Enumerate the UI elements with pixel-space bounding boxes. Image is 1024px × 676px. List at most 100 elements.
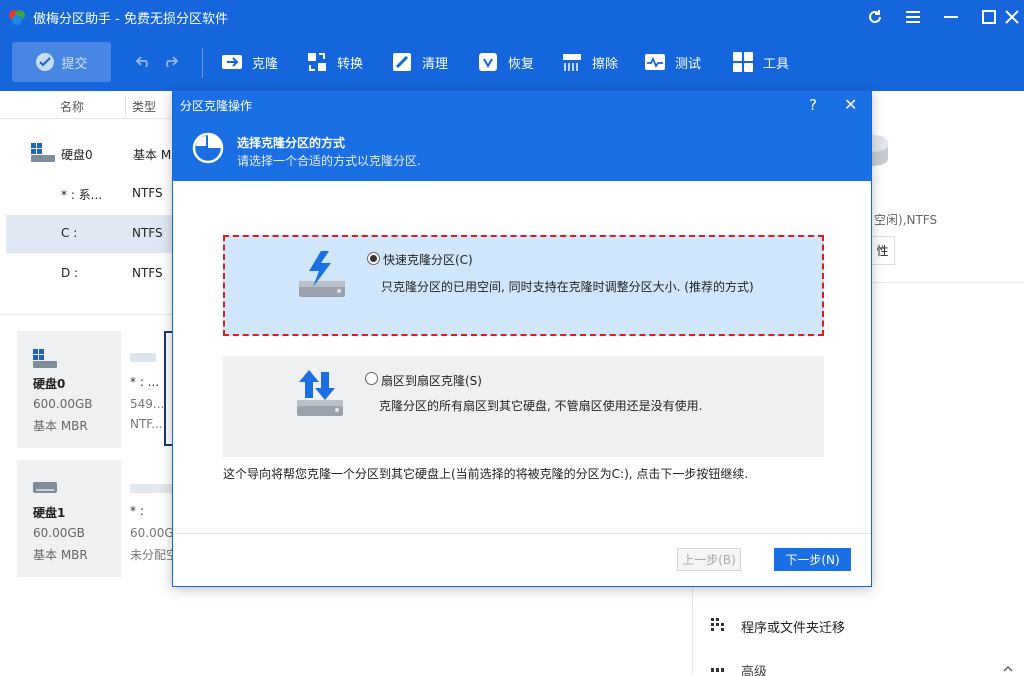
- partition-card[interactable]: * : ... 549... NTF...: [122, 331, 164, 448]
- close-window-icon[interactable]: [1001, 6, 1023, 28]
- dialog-header: 分区克隆操作 ? ✕ 选择克隆分区的方式 请选择一个合适的方式以克隆分区.: [173, 91, 871, 181]
- toolbar-recover-button[interactable]: 恢复: [477, 42, 534, 82]
- advanced-menu-item[interactable]: 高级: [741, 661, 767, 676]
- app-logo-icon: [9, 10, 25, 25]
- column-divider: [125, 96, 126, 114]
- refresh-icon[interactable]: [864, 6, 886, 28]
- undo-icon[interactable]: [135, 52, 153, 70]
- table-row[interactable]: D : NTFS: [6, 255, 173, 293]
- table-row-selected[interactable]: C : NTFS: [6, 215, 173, 253]
- toolbar-divider: [202, 48, 203, 78]
- commit-label: 提交: [61, 56, 88, 72]
- maximize-icon[interactable]: [978, 6, 1000, 28]
- redo-icon[interactable]: [161, 52, 179, 70]
- disk-kind: 基本 MBR: [33, 548, 88, 562]
- table-row[interactable]: 硬盘0 基本 M: [6, 135, 173, 173]
- partition-fs: NTF...: [130, 417, 163, 431]
- sector-clone-desc: 克隆分区的所有扇区到其它硬盘, 不管扇区使用还是没有使用.: [379, 399, 703, 413]
- wipe-icon: [563, 54, 581, 71]
- sector-clone-radio[interactable]: [365, 372, 378, 385]
- disk-size: 60.00GB: [33, 526, 85, 540]
- dialog-title: 分区克隆操作: [180, 99, 253, 113]
- row-type: NTFS: [132, 266, 163, 280]
- table-header: 名称 类型: [0, 91, 173, 119]
- partition-pie-icon: [192, 132, 224, 164]
- check-icon: [36, 53, 55, 71]
- sector-clone-label[interactable]: 扇区到扇区克隆(S): [381, 372, 482, 389]
- convert-icon: [308, 53, 326, 71]
- toolbar-clean-button[interactable]: 清理: [391, 42, 448, 82]
- toolbar-wipe-button[interactable]: 擦除: [561, 42, 618, 82]
- toolbar-tools-button[interactable]: 工具: [732, 42, 789, 82]
- prev-button[interactable]: 上一步(B): [677, 548, 741, 571]
- help-icon[interactable]: ?: [809, 96, 817, 114]
- clone-icon: [222, 55, 242, 69]
- window-title: 傲梅分区助手 - 免费无损分区软件: [33, 12, 228, 27]
- row-name: C :: [61, 226, 78, 240]
- toolbar-recover-label: 恢复: [508, 56, 535, 72]
- toolbar-clean-label: 清理: [422, 56, 449, 72]
- disk-name: 硬盘1: [33, 506, 66, 520]
- usage-bar: [130, 484, 173, 493]
- clean-icon: [393, 53, 411, 71]
- toolbar-tools-label: 工具: [763, 56, 790, 72]
- fast-clone-desc: 只克隆分区的已用空间, 同时支持在克隆时调整分区大小. (推荐的方式): [381, 280, 754, 294]
- row-type: NTFS: [132, 226, 163, 240]
- col-type-header[interactable]: 类型: [132, 98, 156, 115]
- toolbar-convert-button[interactable]: 转换: [306, 42, 363, 82]
- advanced-icon: [711, 668, 725, 672]
- disk-icon: [31, 143, 55, 162]
- row-type: NTFS: [132, 186, 163, 200]
- recover-icon: [479, 53, 497, 71]
- disk-icon: [33, 482, 57, 493]
- tools-icon: [733, 52, 753, 72]
- fast-clone-radio[interactable]: [367, 252, 380, 265]
- toolbar-clone-label: 克隆: [252, 56, 279, 72]
- footer-divider: [173, 533, 871, 534]
- properties-button[interactable]: 性: [871, 236, 895, 265]
- partition-name: * : ...: [130, 375, 160, 389]
- usage-bar: [130, 353, 156, 362]
- divider: [0, 314, 173, 315]
- disk-size: 600.00GB: [33, 397, 93, 411]
- disk-icon: [33, 349, 57, 368]
- partition-card[interactable]: * : 60.00GB 未分配空: [122, 460, 182, 577]
- fast-clone-label[interactable]: 快速克隆分区(C): [383, 251, 473, 268]
- disk-card[interactable]: 硬盘1 60.00GB 基本 MBR: [17, 460, 121, 577]
- partition-fs: 未分配空: [130, 548, 179, 562]
- toolbar-test-button[interactable]: 测试: [644, 42, 701, 82]
- fast-clone-icon: [299, 251, 345, 297]
- dialog-note: 这个导向将帮您克隆一个分区到其它硬盘上(当前选择的将被克隆的分区为C:), 点击…: [223, 467, 749, 481]
- disk-graphic-icon: [870, 135, 888, 166]
- commit-button[interactable]: 提交: [12, 42, 111, 82]
- row-name: D :: [61, 266, 79, 280]
- toolbar-clone-button[interactable]: 克隆: [221, 42, 278, 82]
- sector-clone-icon: [297, 370, 343, 416]
- toolbar-test-label: 测试: [675, 56, 702, 72]
- disk-kind: 基本 MBR: [33, 419, 88, 433]
- migrate-icon: [711, 618, 724, 631]
- chevron-up-icon[interactable]: [1003, 666, 1013, 672]
- col-name-header[interactable]: 名称: [60, 98, 84, 115]
- row-name: 硬盘0: [61, 148, 93, 162]
- migrate-menu-item[interactable]: 程序或文件夹迁移: [741, 617, 845, 636]
- dialog-close-icon[interactable]: ✕: [844, 95, 857, 114]
- fast-clone-option[interactable]: 快速克隆分区(C) 只克隆分区的已用空间, 同时支持在克隆时调整分区大小. (推…: [223, 235, 824, 336]
- row-name: * : 系...: [61, 188, 103, 202]
- toolbar-convert-label: 转换: [337, 56, 364, 72]
- minimize-icon[interactable]: [940, 6, 962, 28]
- table-row[interactable]: * : 系... NTFS: [6, 175, 173, 213]
- dialog-heading: 选择克隆分区的方式: [237, 136, 346, 150]
- toolbar-wipe-label: 擦除: [592, 56, 619, 72]
- sector-clone-option[interactable]: 扇区到扇区克隆(S) 克隆分区的所有扇区到其它硬盘, 不管扇区使用还是没有使用.: [223, 356, 824, 457]
- menu-icon[interactable]: [902, 6, 924, 28]
- disk-name: 硬盘0: [33, 377, 66, 391]
- title-toolbar: 傲梅分区助手 - 免费无损分区软件 提交 克隆 转换 清理 恢复 擦除 测试 工…: [0, 0, 1024, 91]
- test-icon: [645, 54, 665, 70]
- row-type: 基本 M: [133, 148, 172, 162]
- clone-partition-dialog: 分区克隆操作 ? ✕ 选择克隆分区的方式 请选择一个合适的方式以克隆分区. 快速…: [172, 90, 872, 587]
- dialog-subheading: 请选择一个合适的方式以克隆分区.: [237, 154, 421, 168]
- right-panel-fs: 空闲),NTFS: [874, 213, 938, 227]
- disk-card[interactable]: 硬盘0 600.00GB 基本 MBR: [17, 331, 121, 448]
- next-button[interactable]: 下一步(N): [774, 548, 851, 571]
